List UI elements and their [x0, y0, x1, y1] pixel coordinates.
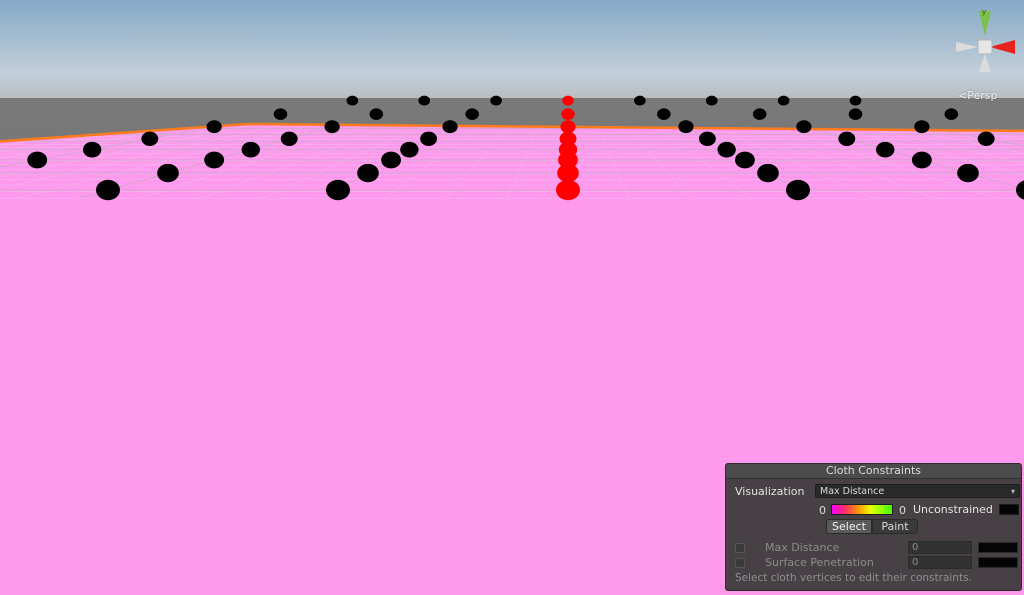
- view-mode-text: Persp: [967, 89, 998, 102]
- cloth-vertex[interactable]: [82, 141, 102, 158]
- panel-title: Cloth Constraints: [726, 464, 1021, 479]
- cloth-vertex[interactable]: [786, 179, 810, 201]
- scene-orientation-gizmo[interactable]: y: [952, 6, 1018, 76]
- cloth-vertex[interactable]: [876, 141, 895, 158]
- cloth-vertex[interactable]: [977, 131, 995, 146]
- cloth-vertex[interactable]: [241, 141, 260, 158]
- selected-cloth-vertex[interactable]: [559, 131, 577, 146]
- panel-hint-text: Select cloth vertices to edit their cons…: [735, 572, 972, 584]
- cloth-vertex[interactable]: [717, 141, 736, 158]
- cloth-vertex[interactable]: [357, 163, 379, 183]
- sky: [0, 0, 1024, 100]
- cloth-vertex[interactable]: [705, 95, 718, 106]
- select-mode-button[interactable]: Select: [826, 519, 872, 534]
- cloth-vertex[interactable]: [634, 95, 646, 106]
- cloth-vertex[interactable]: [735, 151, 755, 169]
- cloth-vertex[interactable]: [157, 163, 179, 183]
- gizmo-x-axis-cone[interactable]: [990, 40, 1015, 54]
- cloth-vertex[interactable]: [796, 120, 812, 134]
- chevron-down-icon: ▾: [1010, 487, 1015, 496]
- cloth-vertex[interactable]: [326, 179, 350, 201]
- max-distance-gradient-bar: [831, 504, 893, 515]
- cloth-vertex[interactable]: [324, 120, 340, 134]
- cloth-vertex[interactable]: [420, 131, 438, 146]
- cloth-vertex[interactable]: [27, 151, 48, 169]
- cloth-vertex[interactable]: [777, 95, 790, 106]
- gizmo-neg-y-cone[interactable]: [979, 54, 991, 72]
- cloth-vertex[interactable]: [141, 131, 159, 146]
- visualization-dropdown-value: Max Distance: [820, 486, 885, 497]
- surface-penetration-field[interactable]: 0: [908, 556, 972, 569]
- cloth-vertex[interactable]: [657, 108, 671, 120]
- cloth-vertex[interactable]: [442, 120, 458, 134]
- gizmo-neg-x-cone[interactable]: [956, 42, 978, 52]
- surface-penetration-label: Surface Penetration: [765, 556, 874, 569]
- selected-cloth-vertex[interactable]: [561, 108, 575, 120]
- gizmo-y-label: y: [982, 8, 986, 16]
- cloth-vertex[interactable]: [418, 95, 431, 106]
- cloth-vertex[interactable]: [838, 131, 856, 146]
- cloth-vertex[interactable]: [944, 108, 959, 120]
- gizmo-center-cube[interactable]: [977, 39, 993, 55]
- max-distance-color-swatch[interactable]: [978, 542, 1018, 553]
- cloth-vertex[interactable]: [465, 108, 479, 120]
- surface-penetration-color-swatch[interactable]: [978, 557, 1018, 568]
- max-distance-checkbox[interactable]: [735, 543, 745, 553]
- visualization-label: Visualization: [735, 485, 805, 498]
- max-distance-label: Max Distance: [765, 541, 840, 554]
- selected-cloth-vertex[interactable]: [562, 95, 574, 106]
- surface-penetration-checkbox[interactable]: [735, 558, 745, 568]
- cloth-vertex[interactable]: [678, 120, 694, 134]
- view-mode-label[interactable]: <Persp: [958, 89, 997, 102]
- gradient-max-value: 0: [899, 504, 906, 517]
- cloth-vertex[interactable]: [752, 108, 767, 120]
- max-distance-field[interactable]: 0: [908, 541, 972, 554]
- paint-mode-button[interactable]: Paint: [872, 519, 918, 534]
- unconstrained-label: Unconstrained: [913, 503, 993, 516]
- cloth-vertex[interactable]: [280, 131, 298, 146]
- cloth-constraints-panel: Cloth Constraints Visualization Max Dist…: [725, 463, 1022, 591]
- unconstrained-color-swatch[interactable]: [999, 504, 1019, 515]
- cloth-vertex[interactable]: [400, 141, 419, 158]
- cloth-vertex[interactable]: [346, 95, 359, 106]
- visualization-dropdown[interactable]: Max Distance ▾: [815, 484, 1020, 498]
- cloth-vertex[interactable]: [273, 108, 288, 120]
- cloth-vertex[interactable]: [381, 151, 402, 169]
- gradient-min-value: 0: [819, 504, 826, 517]
- cloth-vertex[interactable]: [204, 151, 225, 169]
- cloth-vertex[interactable]: [490, 95, 502, 106]
- cloth-vertex[interactable]: [206, 120, 222, 134]
- selected-cloth-vertex[interactable]: [556, 179, 580, 201]
- cloth-vertex[interactable]: [849, 95, 862, 106]
- cloth-vertex[interactable]: [698, 131, 716, 146]
- cloth-vertex[interactable]: [848, 108, 863, 120]
- cloth-vertex[interactable]: [914, 120, 930, 134]
- cloth-vertex[interactable]: [96, 179, 120, 201]
- cloth-vertex[interactable]: [757, 163, 779, 183]
- selected-cloth-vertex[interactable]: [560, 120, 576, 134]
- cloth-vertex[interactable]: [911, 151, 932, 169]
- cloth-vertex[interactable]: [957, 163, 979, 183]
- cloth-vertex[interactable]: [369, 108, 384, 120]
- persp-chevron-icon: <: [958, 89, 968, 102]
